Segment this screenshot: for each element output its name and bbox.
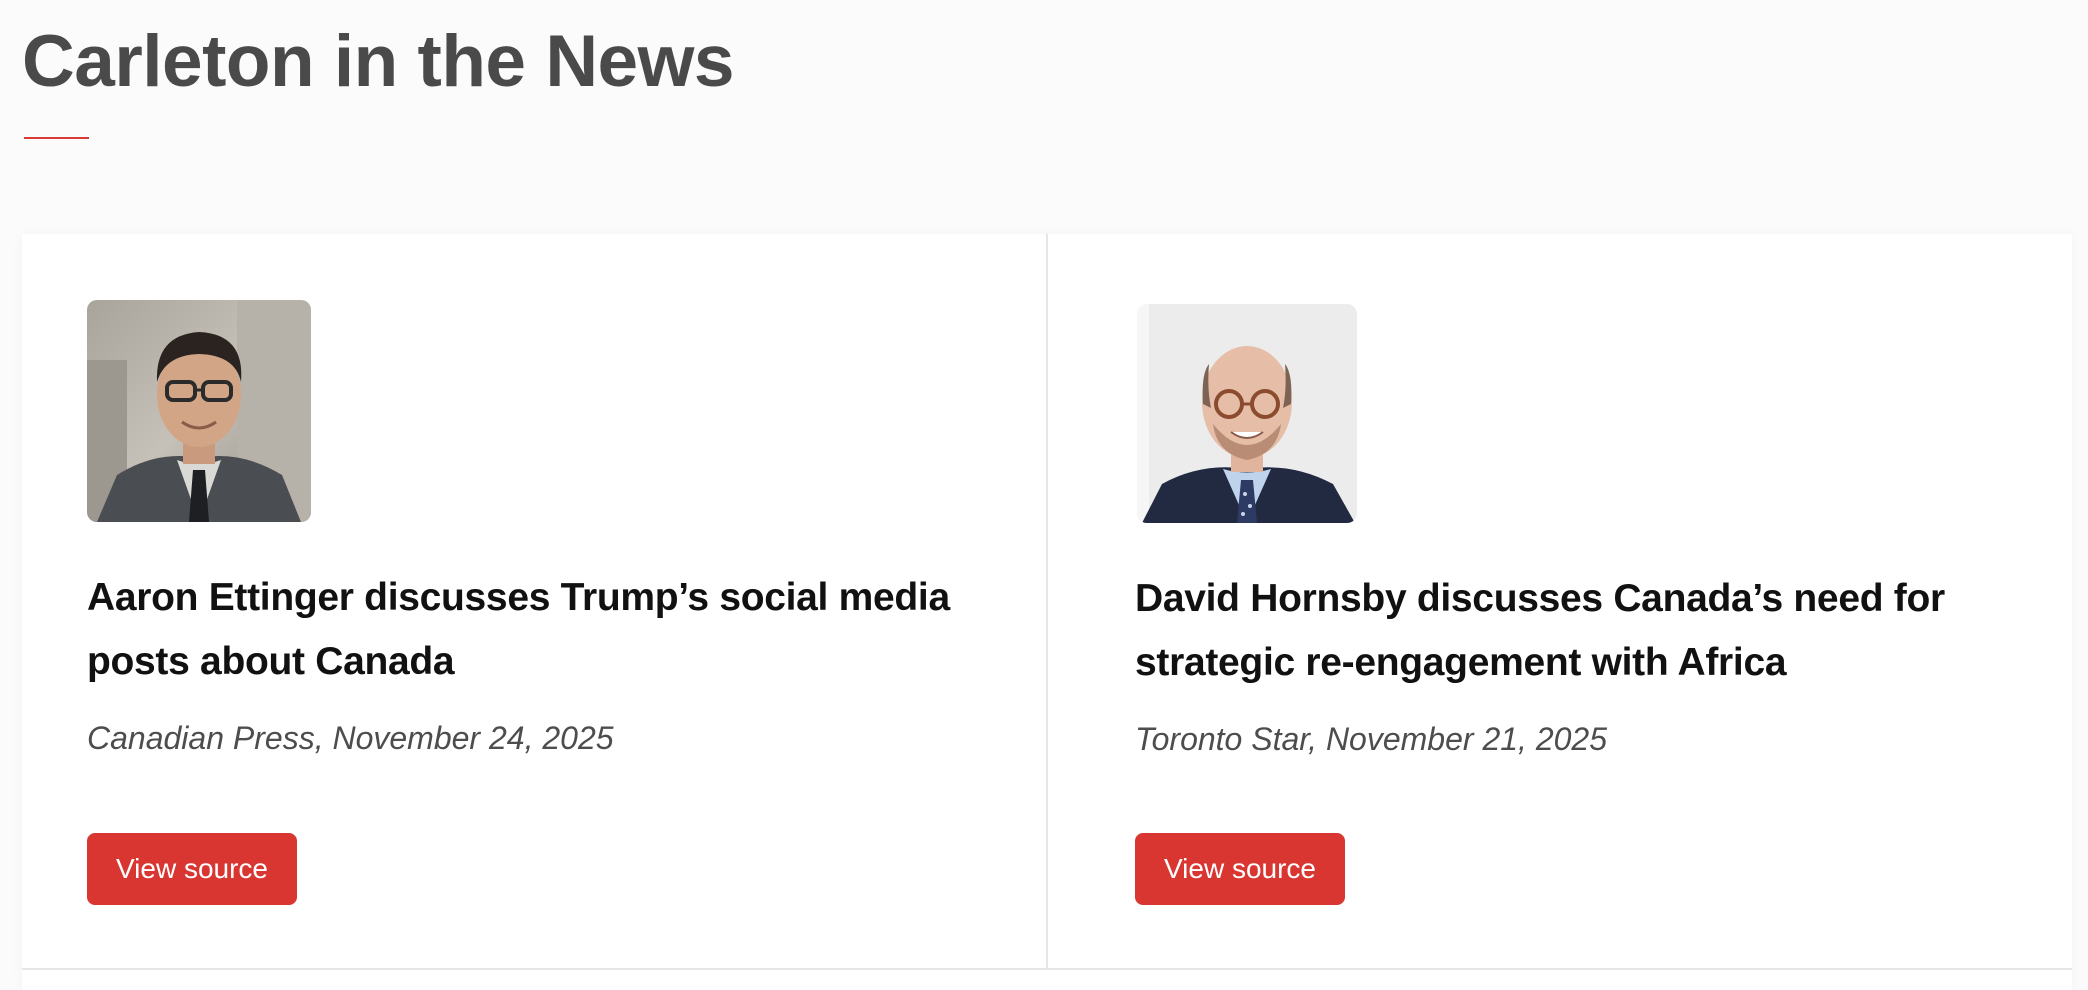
portrait-photo: [1137, 304, 1357, 523]
title-accent-rule: [24, 137, 89, 139]
view-source-button[interactable]: View source: [1135, 833, 1345, 905]
portrait-photo: [87, 300, 311, 522]
news-card-grid: Aaron Ettinger discusses Trump’s social …: [22, 234, 2072, 990]
article-headline[interactable]: David Hornsby discusses Canada’s need fo…: [1135, 567, 2035, 695]
news-card: David Hornsby discusses Canada’s need fo…: [1046, 234, 2072, 970]
article-source-date: Canadian Press, November 24, 2025: [87, 720, 614, 756]
view-source-button[interactable]: View source: [87, 833, 297, 905]
news-card: Aaron Ettinger discusses Trump’s social …: [22, 234, 1046, 970]
article-headline[interactable]: Aaron Ettinger discusses Trump’s social …: [87, 566, 987, 694]
section-title: Carleton in the News: [22, 21, 735, 102]
news-page: Carleton in the News Aaron Ettinger disc…: [0, 0, 2088, 990]
article-source-date: Toronto Star, November 21, 2025: [1135, 721, 1607, 757]
